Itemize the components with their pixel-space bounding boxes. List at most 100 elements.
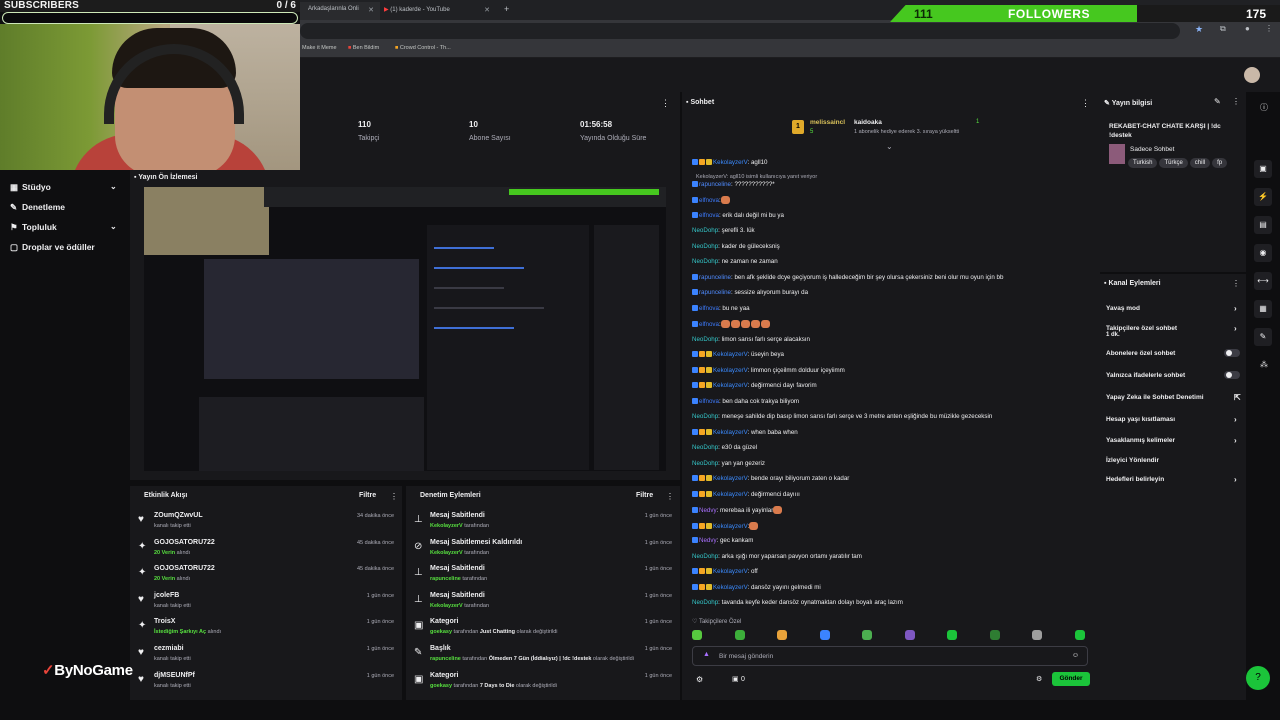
chat-username[interactable]: rapunceline	[699, 181, 731, 188]
ad-icon[interactable]: ▦	[1254, 300, 1272, 318]
activity-user[interactable]: jcoleFB	[154, 592, 179, 599]
new-tab-button[interactable]: +	[496, 0, 517, 18]
raid-icon[interactable]: ⟷	[1254, 272, 1272, 290]
emote-icon[interactable]	[1074, 630, 1085, 640]
channel-action[interactable]: Yasaklanmış kelimeler ›	[1106, 436, 1237, 445]
gifter-user[interactable]: kaidoaka	[854, 119, 882, 126]
chat-message[interactable]: NeoDohp: ne zaman ne zaman	[692, 258, 778, 265]
stream-preview-video[interactable]	[144, 187, 666, 471]
url-field[interactable]	[300, 23, 1180, 39]
toggle-switch[interactable]	[1224, 349, 1240, 357]
channel-action[interactable]: Hesap yaşı kısıtlaması ›	[1106, 415, 1237, 424]
activity-user[interactable]: GOJOSATORU722	[154, 539, 215, 546]
activity-row[interactable]: ✦ GOJOSATORU722 20 Verin alındı 45 dakika ö…	[130, 565, 402, 591]
chat-username[interactable]: KekolayzerV	[713, 584, 748, 591]
chat-username[interactable]: KekolayzerV	[713, 475, 748, 482]
chat-message[interactable]: NeoDohp: yan yan gezeriz	[692, 460, 765, 467]
help-button[interactable]: ?	[1246, 666, 1270, 690]
tools-icon[interactable]: ✎	[1254, 328, 1272, 346]
activity-user[interactable]: TroisX	[154, 618, 175, 625]
channel-action[interactable]: Takipçilere özel sohbet 1 dk. ›	[1106, 324, 1237, 338]
menu-icon[interactable]: ⋮	[1265, 24, 1273, 33]
chat-message[interactable]: NeoDohp: meneşe sahilde dip basıp limon …	[692, 413, 992, 420]
browser-tab[interactable]: Arkadaşlarınla Onli ✕	[300, 2, 380, 20]
chat-username[interactable]: rapunceline	[699, 274, 731, 281]
chat-username[interactable]: Nedvy	[699, 537, 717, 544]
emote-icon[interactable]	[862, 630, 872, 640]
chat-username[interactable]: KekolayzerV	[713, 382, 748, 389]
chat-message[interactable]: KekolayzerV: değirmenci dayı favorim	[692, 382, 817, 389]
emote-icon[interactable]	[989, 630, 1000, 640]
poll-icon[interactable]: ▤	[1254, 216, 1272, 234]
chat-message[interactable]: elfnova: ben daha cok trakya biliyom	[692, 397, 799, 405]
chat-message[interactable]: KekolayzerV: değirmenci dayıııı	[692, 490, 800, 498]
more-icon[interactable]: ⋮	[1232, 279, 1240, 288]
info-icon[interactable]: ⓘ	[1260, 102, 1268, 113]
chat-username[interactable]: elfnova	[699, 305, 719, 312]
lightning-icon[interactable]: ⚡	[1254, 188, 1272, 206]
chat-message[interactable]: KekolayzerV:	[692, 521, 759, 530]
activity-row[interactable]: ♥ jcoleFB kanalı takip etti 1 gün önce	[130, 592, 402, 618]
channel-action[interactable]: İzleyici Yönlendir	[1106, 457, 1159, 464]
leader-user[interactable]: melissaincl	[810, 119, 845, 126]
close-icon[interactable]: ✕	[484, 6, 490, 14]
chat-message[interactable]: NeoDohp: arka ışığı mor yaparsan pavyon …	[692, 553, 862, 560]
bookmark[interactable]: Make it Meme	[302, 45, 337, 51]
chat-username[interactable]: KekolayzerV	[713, 351, 748, 358]
chat-username[interactable]: rapunceline	[699, 289, 731, 296]
chat-username[interactable]: NeoDohp	[692, 413, 718, 420]
chat-username[interactable]: KekolayzerV	[713, 367, 748, 374]
extensions-icon[interactable]: ⧉	[1220, 24, 1226, 34]
chat-message[interactable]: rapunceline: ben afk şeklide dcye geçiyo…	[692, 273, 1003, 281]
chat-message[interactable]: elfnova: bu ne yaa	[692, 304, 750, 312]
toggle-switch[interactable]	[1224, 371, 1240, 379]
chat-message[interactable]: KekolayzerV: agll10	[692, 159, 767, 166]
moderation-row[interactable]: ⊥ Mesaj Sabitlendi KekolayzerV tarafından 1…	[406, 512, 680, 538]
activity-row[interactable]: ♥ cezmiabi kanalı takip etti 1 gün önce	[130, 645, 402, 671]
activity-row[interactable]: ♥ ZOumQZwvUL kanalı takip etti 34 dakika ön…	[130, 512, 402, 538]
sidebar-item-community[interactable]: ⚑ Topluluk ⌄	[10, 222, 117, 233]
chat-username[interactable]: elfnova	[699, 197, 719, 204]
filter-button[interactable]: Filtre	[359, 492, 376, 499]
filter-button[interactable]: Filtre	[636, 492, 653, 499]
moderation-row[interactable]: ▣ Kategori goekasy tarafından Just Chattin…	[406, 618, 680, 644]
activity-user[interactable]: djMSEUNfPf	[154, 672, 195, 679]
chat-username[interactable]: elfnova	[699, 321, 719, 328]
chat-message[interactable]: NeoDohp: kader de güleceksniş	[692, 243, 780, 250]
chat-message[interactable]: KekolayzerV: off	[692, 568, 758, 575]
moderation-row[interactable]: ⊥ Mesaj Sabitlendi rapunceline tarafından 1…	[406, 565, 680, 591]
chat-username[interactable]: NeoDohp	[692, 243, 718, 250]
chat-message[interactable]: Nedvy: merebaa ili yayinlar	[692, 506, 783, 514]
chat-username[interactable]: elfnova	[699, 212, 719, 219]
chat-message[interactable]: elfnova:	[692, 196, 731, 204]
channel-action[interactable]: Abonelere özel sohbet	[1106, 350, 1175, 357]
bookmark[interactable]: ■ Ben Bildim	[348, 45, 379, 51]
emote-icon[interactable]	[734, 630, 745, 640]
bits-icon[interactable]: ▲	[703, 651, 710, 658]
sidebar-item-drops[interactable]: ▢ Droplar ve ödüller	[10, 242, 95, 253]
chat-message[interactable]: NeoDohp: limon sarısı farlı serçe alacak…	[692, 336, 810, 343]
chat-username[interactable]: NeoDohp	[692, 336, 718, 343]
chat-message[interactable]: rapunceline: sessize alıyorum burayı da	[692, 289, 808, 296]
moderation-row[interactable]: ⊘ Mesaj Sabitlemesi Kaldırıldı KekolayzerV…	[406, 539, 680, 565]
chat-username[interactable]: NeoDohp	[692, 460, 718, 467]
activity-row[interactable]: ♥ djMSEUNfPf kanalı takip etti 1 gün önce	[130, 672, 402, 698]
chat-username[interactable]: NeoDohp	[692, 444, 718, 451]
emote-icon[interactable]	[1032, 630, 1042, 640]
moderation-row[interactable]: ⊥ Mesaj Sabitlendi KekolayzerV tarafından 1…	[406, 592, 680, 618]
more-icon[interactable]: ⋮	[1081, 98, 1090, 109]
clip-icon[interactable]: ▣	[1254, 160, 1272, 178]
tag[interactable]: Türkçe	[1159, 158, 1188, 168]
emote-icon[interactable]	[819, 630, 830, 640]
chat-message[interactable]: KekolayzerV: when baba when	[692, 428, 798, 436]
chat-message[interactable]: rapunceline: ???????????*	[692, 180, 775, 188]
settings-icon[interactable]: ⚙	[696, 675, 703, 684]
send-button[interactable]: Gönder	[1052, 672, 1090, 686]
more-icon[interactable]: ⋮	[1232, 97, 1240, 106]
bookmark[interactable]: ■ Crowd Control - Th...	[395, 45, 451, 51]
moderation-row[interactable]: ▣ Kategori goekasy tarafından 7 Days to Di…	[406, 672, 680, 698]
emote-picker-icon[interactable]: ☺	[1072, 652, 1079, 659]
emote-icon[interactable]	[947, 630, 957, 640]
chat-message[interactable]: KekolayzerV: dansöz yayını gelmedi mi	[692, 583, 821, 591]
chat-message[interactable]: KekolayzerV: limmon çiçeilmm dolduur içe…	[692, 366, 845, 374]
